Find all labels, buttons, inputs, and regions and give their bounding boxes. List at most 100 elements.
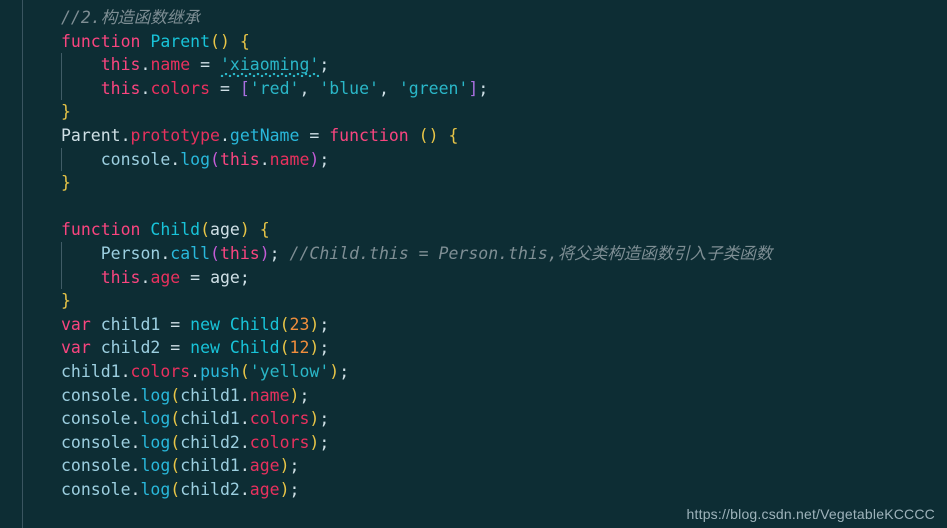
code-line[interactable]: function Child(age) { [0,218,947,242]
semicolon: ; [269,243,290,263]
param-token: age [210,220,240,240]
keyword-token: new [190,338,220,358]
operator: = [190,55,220,75]
paren-token: ( [239,361,250,381]
code-line-blank[interactable] [0,195,947,219]
dot: . [130,409,141,429]
keyword-token: var [61,338,91,358]
code-line[interactable]: console.log(child2.age); [0,478,947,502]
paren-token: ) [289,385,300,405]
object-token: console [100,149,171,169]
paren-token: ( [170,456,181,476]
dot: . [130,479,141,499]
semicolon: ; [319,338,330,358]
paren-token: ) [309,409,320,429]
property-token: name [150,55,191,75]
variable-token: child1 [61,361,121,381]
this-token: this [219,149,260,169]
this-token: this [100,267,141,287]
property-token: age [249,479,280,499]
identifier-token: Parent [150,31,211,51]
paren-token: ) [309,314,320,334]
code-editor[interactable]: //2.构造函数继承 function Parent() { this.name… [0,0,947,528]
variable-token: child2 [180,432,240,452]
blank [61,197,71,216]
code-line[interactable]: this.name = 'xiaoming'; [0,53,947,77]
keyword-token: function [329,125,409,145]
paren-token: ( [279,338,290,358]
identifier-token: Child [229,338,280,358]
watermark-url: https://blog.csdn.net/VegetableKCCCC [686,506,935,522]
code-line[interactable]: } [0,289,947,313]
code-line[interactable]: Parent.prototype.getName = function () { [0,124,947,148]
dot: . [190,361,201,381]
code-line[interactable]: var child2 = new Child(12); [0,336,947,360]
code-line[interactable]: //2.构造函数继承 [0,6,947,30]
dot: . [170,149,181,169]
code-line[interactable]: console.log(child1.colors); [0,407,947,431]
dot: . [140,78,151,98]
dot: . [120,125,131,145]
paren-token: ) [259,243,270,263]
method-token: log [140,456,171,476]
property-token: age [150,267,181,287]
code-line[interactable]: Person.call(this); //Child.this = Person… [0,241,947,266]
paren-token: ) [279,456,290,476]
code-line[interactable]: console.log(child1.name); [0,384,947,408]
string-token: 'xiaoming' [220,55,320,75]
semicolon: ; [319,409,330,429]
paren-token: ( [210,149,220,169]
brace-token: { [239,31,250,51]
object-token: console [61,479,131,499]
paren-token: ) [239,220,250,240]
code-line[interactable]: this.age = age; [0,265,947,290]
method-token: call [170,243,211,263]
keyword-token: function [61,31,141,51]
code-line[interactable]: console.log(child1.age); [0,454,947,478]
dot: . [239,456,250,476]
code-line[interactable]: this.colors = ['red', 'blue', 'green']; [0,76,947,101]
string-token: 'green' [398,78,469,98]
dot: . [130,456,141,476]
paren-token: ) [309,149,320,169]
object-token: console [61,432,131,452]
operator: = [160,338,191,358]
code-line[interactable]: console.log(child2.colors); [0,431,947,455]
semicolon: ; [319,432,330,452]
brace-token: { [448,125,459,145]
variable-token: child1 [180,385,240,405]
code-line[interactable]: console.log(this.name); [0,147,947,172]
code-line[interactable]: child1.colors.push('yellow'); [0,360,947,384]
semicolon: ; [339,361,350,381]
semicolon: ; [319,55,330,75]
code-content[interactable]: //2.构造函数继承 function Parent() { this.name… [0,0,947,501]
code-line[interactable]: } [0,171,947,195]
number-token: 12 [289,338,310,358]
identifier-token: Parent [61,125,121,145]
this-token: this [100,78,141,98]
bracket-token: ] [468,78,479,98]
dot: . [239,479,250,499]
dot: . [239,409,250,429]
code-line[interactable]: function Parent() { [0,30,947,54]
comment-token: //Child.this = Person.this,将父类构造函数引入子类函数 [289,243,773,263]
paren-token: ( [170,385,181,405]
code-line[interactable]: var child1 = new Child(23); [0,313,947,337]
identifier-token: Child [229,314,280,334]
dot: . [120,361,131,381]
comment-token: //2.构造函数继承 [61,8,200,27]
param-token: age [210,267,240,287]
this-token: this [219,243,260,263]
property-token: colors [249,432,310,452]
number-token: 23 [289,314,310,334]
property-token: colors [130,361,191,381]
code-line[interactable]: } [0,100,947,124]
semicolon: ; [289,456,300,476]
